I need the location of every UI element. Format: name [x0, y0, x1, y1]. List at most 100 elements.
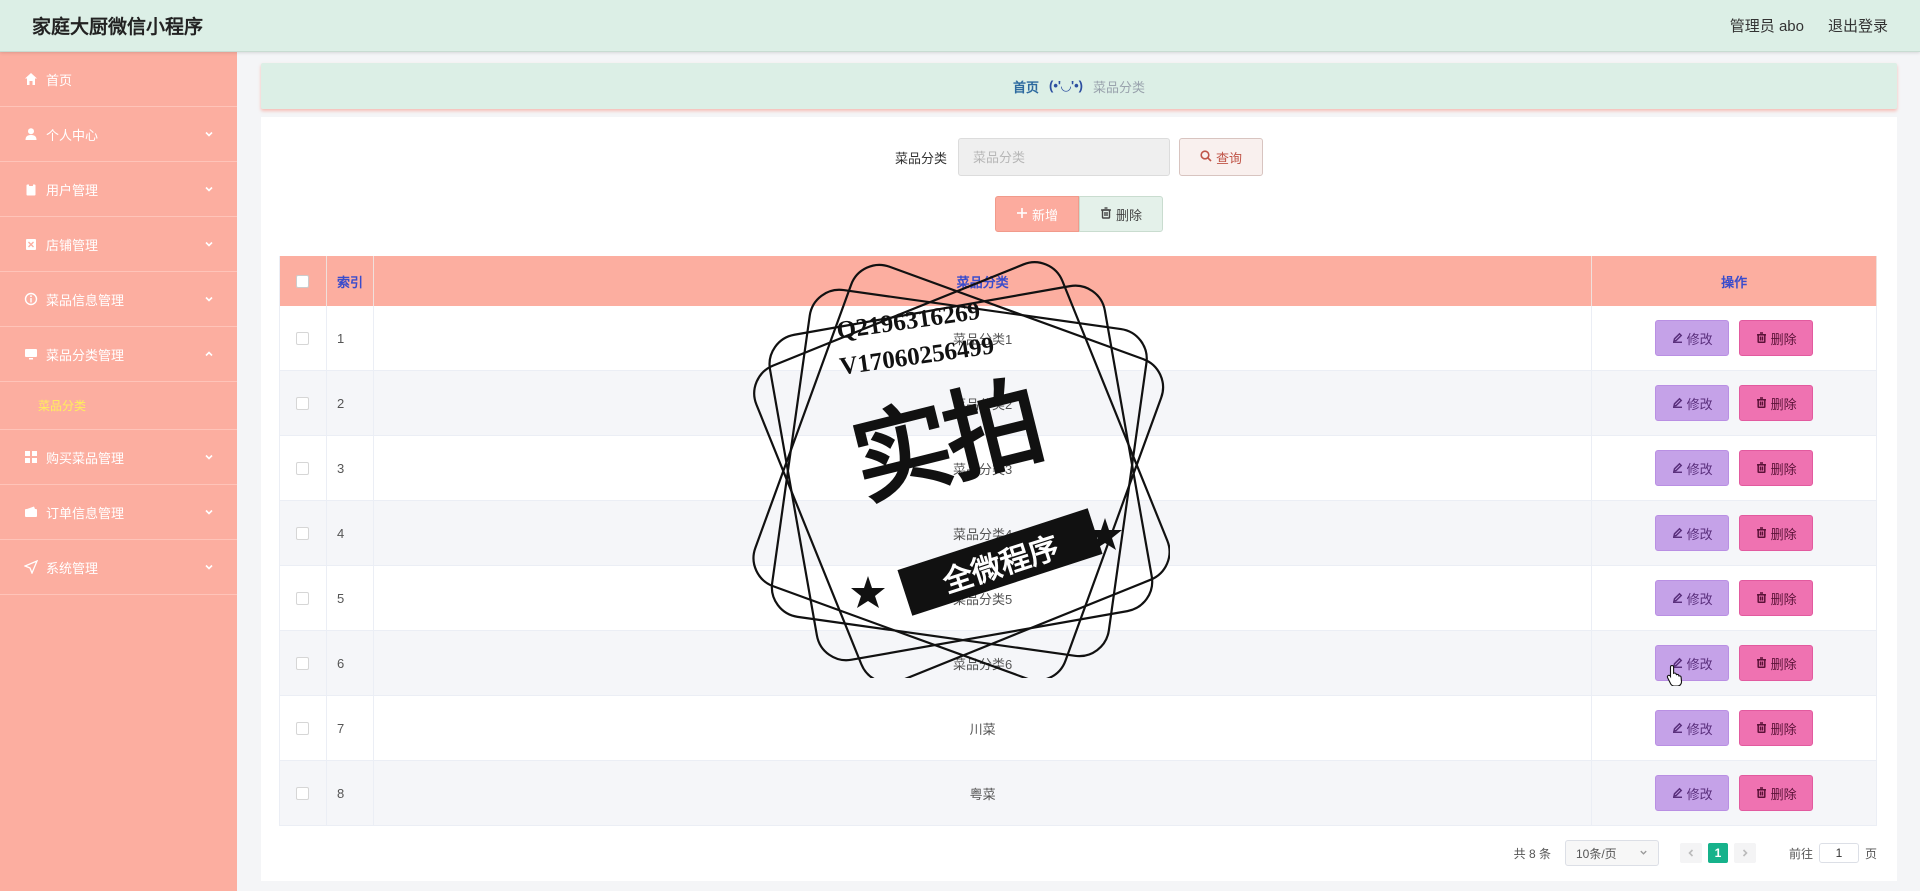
- row-category-name: 菜品分类6: [374, 631, 1593, 695]
- chevron-down-icon: [203, 128, 215, 140]
- table-body: 1 菜品分类1 修改 删除 2 菜品分类2 修改 删除 3 菜品分类3 修改 删除 4 菜品分类4 修改 删除…: [280, 306, 1878, 826]
- breadcrumb-home[interactable]: 首页: [1013, 77, 1039, 96]
- select-all-checkbox[interactable]: [296, 274, 310, 288]
- edit-button[interactable]: 修改: [1655, 775, 1730, 811]
- row-checkbox[interactable]: [296, 461, 310, 475]
- delete-button[interactable]: 删除: [1739, 580, 1814, 616]
- sidebar-item-0[interactable]: 首页: [0, 52, 237, 107]
- row-operations: 修改 删除: [1592, 566, 1878, 630]
- search-label: 菜品分类: [894, 150, 947, 166]
- top-right-links: 管理员 abo 退出登录: [1730, 15, 1888, 36]
- user-label[interactable]: 管理员 abo: [1730, 15, 1804, 36]
- delete-button[interactable]: 删除: [1739, 645, 1814, 681]
- row-checkbox[interactable]: [296, 396, 310, 410]
- row-checkbox-cell: [280, 306, 327, 370]
- sidebar-item-4[interactable]: 菜品信息管理: [0, 272, 237, 327]
- top-bar: 家庭大厨微信小程序 管理员 abo 退出登录: [0, 0, 1920, 52]
- trash-icon: [1100, 206, 1112, 222]
- sidebar-item-label: 用户管理: [46, 182, 99, 198]
- row-index: 4: [327, 501, 374, 565]
- sidebar-item-3[interactable]: 店铺管理: [0, 217, 237, 272]
- row-checkbox[interactable]: [296, 656, 310, 670]
- search-input[interactable]: [958, 138, 1170, 176]
- batch-delete-label: 删除: [1115, 207, 1142, 223]
- table-header: 索引 菜品分类 操作: [280, 256, 1878, 306]
- row-checkbox-cell: [280, 371, 327, 435]
- row-checkbox[interactable]: [296, 331, 310, 345]
- next-page-button[interactable]: [1733, 843, 1756, 863]
- header-name[interactable]: 菜品分类: [374, 256, 1593, 306]
- delete-button[interactable]: 删除: [1739, 710, 1814, 746]
- sidebar-item-7[interactable]: 订单信息管理: [0, 485, 237, 540]
- row-checkbox-cell: [280, 631, 327, 695]
- row-index: 5: [327, 566, 374, 630]
- row-operations: 修改 删除: [1592, 436, 1878, 500]
- row-operations: 修改 删除: [1592, 306, 1878, 370]
- sidebar-item-label: 订单信息管理: [46, 505, 125, 521]
- chevron-down-icon: [203, 183, 215, 195]
- logout-link[interactable]: 退出登录: [1828, 15, 1888, 36]
- edit-button[interactable]: 修改: [1655, 450, 1730, 486]
- row-category-name: 菜品分类4: [374, 501, 1593, 565]
- category-table: 索引 菜品分类 操作 1 菜品分类1 修改 删除 2 菜品分类2 修改 删除 3 菜品分类3 修改删…: [279, 256, 1878, 826]
- delete-button[interactable]: 删除: [1739, 320, 1814, 356]
- table-row: 1 菜品分类1 修改 删除: [280, 306, 1878, 371]
- row-index: 7: [327, 696, 374, 760]
- sidebar-item-1[interactable]: 个人中心: [0, 107, 237, 162]
- main-panel: 菜品分类 查询 新增 删除 索引 菜品分类 操作 1菜品分类1修改删除2菜品分类…: [261, 117, 1897, 881]
- sidebar-item-6[interactable]: 购买菜品管理: [0, 430, 237, 485]
- sidebar-subitem-active[interactable]: 菜品分类: [0, 382, 237, 430]
- edit-button[interactable]: 修改: [1655, 580, 1730, 616]
- trash-icon: [1756, 331, 1767, 346]
- delete-button-label: 删除: [1770, 461, 1797, 477]
- edit-button-label: 修改: [1686, 656, 1713, 672]
- row-checkbox[interactable]: [296, 721, 310, 735]
- delete-button[interactable]: 删除: [1739, 515, 1814, 551]
- table-row: 4 菜品分类4 修改 删除: [280, 501, 1878, 566]
- edit-button[interactable]: 修改: [1655, 710, 1730, 746]
- row-operations: 修改 删除: [1592, 631, 1878, 695]
- row-checkbox[interactable]: [296, 526, 310, 540]
- chevron-down-icon: [203, 293, 215, 305]
- delete-button[interactable]: 删除: [1739, 775, 1814, 811]
- edit-button[interactable]: 修改: [1655, 320, 1730, 356]
- trash-icon: [1756, 461, 1767, 476]
- row-checkbox[interactable]: [296, 591, 310, 605]
- edit-button-label: 修改: [1686, 526, 1713, 542]
- batch-delete-button[interactable]: 删除: [1079, 196, 1163, 232]
- pencil-icon: [1672, 331, 1683, 346]
- sidebar-item-2[interactable]: 用户管理: [0, 162, 237, 217]
- edit-button[interactable]: 修改: [1655, 385, 1730, 421]
- pencil-icon: [1672, 786, 1683, 801]
- page-size-select[interactable]: 10条/页: [1564, 840, 1659, 866]
- sidebar-item-label: 个人中心: [46, 127, 99, 143]
- wallet-icon: [24, 505, 38, 519]
- goto-suffix: 页: [1864, 846, 1877, 861]
- prev-page-button[interactable]: [1679, 843, 1702, 863]
- trash-icon: [1756, 721, 1767, 736]
- chevron-down-icon: [1639, 846, 1648, 860]
- breadcrumb-current: 菜品分类: [1092, 79, 1145, 95]
- page-number-current[interactable]: 1: [1707, 843, 1728, 863]
- row-operations: 修改 删除: [1592, 696, 1878, 760]
- row-checkbox[interactable]: [296, 786, 310, 800]
- breadcrumb: 首页 (•'◡'•) 菜品分类: [261, 63, 1897, 109]
- goto-page-input[interactable]: [1818, 843, 1859, 863]
- delete-button-label: 删除: [1770, 656, 1797, 672]
- sidebar-item-5[interactable]: 菜品分类管理: [0, 327, 237, 382]
- row-checkbox-cell: [280, 566, 327, 630]
- row-category-name: 菜品分类1: [374, 306, 1593, 370]
- sidebar-item-8[interactable]: 系统管理: [0, 540, 237, 595]
- pencil-icon: [1672, 591, 1683, 606]
- edit-button[interactable]: 修改: [1655, 515, 1730, 551]
- add-button[interactable]: 新增: [995, 196, 1079, 232]
- delete-button[interactable]: 删除: [1739, 450, 1814, 486]
- goto-page: 前往 页: [1789, 843, 1877, 863]
- delete-button[interactable]: 删除: [1739, 385, 1814, 421]
- monitor-icon: [24, 347, 38, 361]
- app-title: 家庭大厨微信小程序: [32, 17, 204, 38]
- chevron-down-icon: [203, 238, 215, 250]
- sidebar-item-label: 首页: [46, 72, 73, 88]
- query-button[interactable]: 查询: [1179, 138, 1263, 176]
- home-icon: [24, 72, 38, 86]
